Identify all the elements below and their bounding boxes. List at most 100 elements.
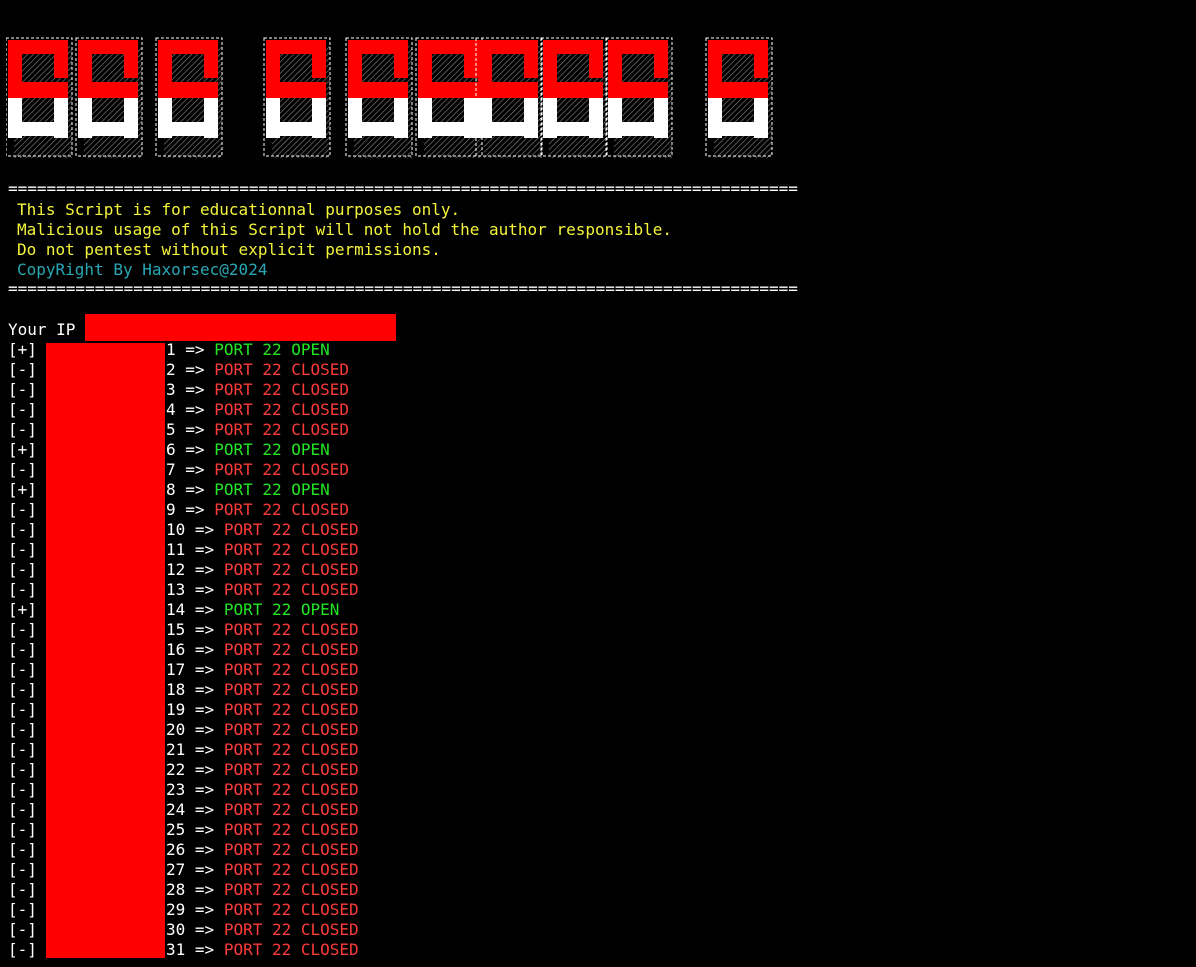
result-marker: [-] — [8, 940, 37, 959]
result-arrow: => — [194, 900, 215, 919]
banner-letter — [6, 37, 73, 158]
result-detail: 12 => PORT 22 CLOSED — [166, 560, 359, 580]
result-detail: 2 => PORT 22 CLOSED — [166, 360, 349, 380]
port-closed-status: PORT 22 CLOSED — [223, 800, 359, 819]
result-detail: 8 => PORT 22 OPEN — [166, 480, 330, 500]
result-arrow: => — [194, 580, 215, 599]
result-index: 25 — [166, 820, 186, 839]
scan-result-row: [-] 19 => PORT 22 CLOSED — [8, 700, 359, 720]
result-arrow: => — [185, 380, 205, 399]
port-open-status: PORT 22 OPEN — [223, 600, 340, 619]
result-index: 12 — [166, 560, 186, 579]
banner-letter — [263, 37, 331, 158]
result-detail: 23 => PORT 22 CLOSED — [166, 780, 359, 800]
result-detail: 30 => PORT 22 CLOSED — [166, 920, 359, 940]
scan-result-row: [-] 29 => PORT 22 CLOSED — [8, 900, 359, 920]
scan-result-row: [-] 20 => PORT 22 CLOSED — [8, 720, 359, 740]
scan-result-row: [-] 24 => PORT 22 CLOSED — [8, 800, 359, 820]
scan-result-row: [-] 12 => PORT 22 CLOSED — [8, 560, 359, 580]
result-detail: 28 => PORT 22 CLOSED — [166, 880, 359, 900]
result-arrow: => — [185, 480, 205, 499]
result-detail: 21 => PORT 22 CLOSED — [166, 740, 359, 760]
result-index: 16 — [166, 640, 186, 659]
result-arrow: => — [194, 920, 215, 939]
result-marker: [-] — [8, 680, 37, 699]
result-arrow: => — [185, 440, 205, 459]
result-detail: 13 => PORT 22 CLOSED — [166, 580, 359, 600]
result-arrow: => — [194, 620, 215, 639]
port-closed-status: PORT 22 CLOSED — [223, 860, 359, 879]
result-detail: 9 => PORT 22 CLOSED — [166, 500, 349, 520]
result-marker: [-] — [8, 840, 37, 859]
ip-list-redaction-box — [46, 343, 165, 958]
port-closed-status: PORT 22 CLOSED — [223, 520, 359, 539]
result-marker: [+] — [8, 600, 37, 619]
scan-result-row: [-] 15 => PORT 22 CLOSED — [8, 620, 359, 640]
result-index: 1 — [166, 340, 176, 359]
scan-result-row: [+] 14 => PORT 22 OPEN — [8, 600, 339, 620]
result-arrow: => — [185, 460, 205, 479]
port-closed-status: PORT 22 CLOSED — [223, 780, 359, 799]
result-arrow: => — [185, 360, 205, 379]
result-index: 23 — [166, 780, 186, 799]
banner-letter — [415, 37, 483, 158]
result-index: 18 — [166, 680, 186, 699]
port-closed-status: PORT 22 CLOSED — [223, 620, 359, 639]
result-marker: [-] — [8, 800, 37, 819]
result-detail: 7 => PORT 22 CLOSED — [166, 460, 349, 480]
result-detail: 10 => PORT 22 CLOSED — [166, 520, 359, 540]
result-index: 30 — [166, 920, 186, 939]
result-arrow: => — [194, 520, 215, 539]
result-marker: [-] — [8, 880, 37, 899]
scan-result-row: [-] 28 => PORT 22 CLOSED — [8, 880, 359, 900]
result-detail: 17 => PORT 22 CLOSED — [166, 660, 359, 680]
scan-result-row: [-] 18 => PORT 22 CLOSED — [8, 680, 359, 700]
port-open-status: PORT 22 OPEN — [214, 440, 330, 459]
port-closed-status: PORT 22 CLOSED — [223, 940, 359, 959]
banner-letter — [605, 37, 673, 158]
port-closed-status: PORT 22 CLOSED — [223, 700, 359, 719]
scan-result-row: [+] 1 => PORT 22 OPEN — [8, 340, 330, 360]
result-detail: 19 => PORT 22 CLOSED — [166, 700, 359, 720]
result-detail: 20 => PORT 22 CLOSED — [166, 720, 359, 740]
scan-result-row: [-] 4 => PORT 22 CLOSED — [8, 400, 349, 420]
result-marker: [-] — [8, 540, 37, 559]
result-marker: [-] — [8, 760, 37, 779]
result-index: 2 — [166, 360, 176, 379]
banner-letter — [155, 37, 223, 158]
scan-result-row: [-] 23 => PORT 22 CLOSED — [8, 780, 359, 800]
result-marker: [-] — [8, 860, 37, 879]
result-marker: [-] — [8, 560, 37, 579]
port-closed-status: PORT 22 CLOSED — [223, 680, 359, 699]
banner-letter — [75, 37, 143, 158]
copyright-text: CopyRight By Haxorsec@2024 — [17, 260, 268, 279]
result-index: 8 — [166, 480, 176, 499]
result-marker: [-] — [8, 820, 37, 839]
result-detail: 5 => PORT 22 CLOSED — [166, 420, 349, 440]
scan-result-row: [-] 25 => PORT 22 CLOSED — [8, 820, 359, 840]
separator-top: ========================================… — [8, 179, 798, 198]
result-arrow: => — [194, 820, 215, 839]
disclaimer-line-3: Do not pentest without explicit permissi… — [17, 240, 441, 259]
result-marker: [-] — [8, 720, 37, 739]
result-marker: [-] — [8, 900, 37, 919]
result-index: 6 — [166, 440, 176, 459]
result-arrow: => — [194, 660, 215, 679]
result-index: 19 — [166, 700, 186, 719]
scan-result-row: [-] 26 => PORT 22 CLOSED — [8, 840, 359, 860]
disclaimer-line-2: Malicious usage of this Script will not … — [17, 220, 673, 239]
result-arrow: => — [194, 840, 215, 859]
scan-result-row: [-] 3 => PORT 22 CLOSED — [8, 380, 349, 400]
result-marker: [-] — [8, 380, 37, 399]
result-marker: [-] — [8, 500, 37, 519]
port-closed-status: PORT 22 CLOSED — [223, 820, 359, 839]
ssh-range-ip-banner-logo — [6, 36, 822, 162]
port-closed-status: PORT 22 CLOSED — [223, 740, 359, 759]
result-detail: 14 => PORT 22 OPEN — [166, 600, 339, 620]
port-closed-status: PORT 22 CLOSED — [223, 640, 359, 659]
ip-redaction-box — [85, 314, 396, 341]
result-index: 10 — [166, 520, 186, 539]
banner-letter — [705, 37, 773, 158]
scan-result-row: [-] 16 => PORT 22 CLOSED — [8, 640, 359, 660]
scan-result-row: [-] 13 => PORT 22 CLOSED — [8, 580, 359, 600]
